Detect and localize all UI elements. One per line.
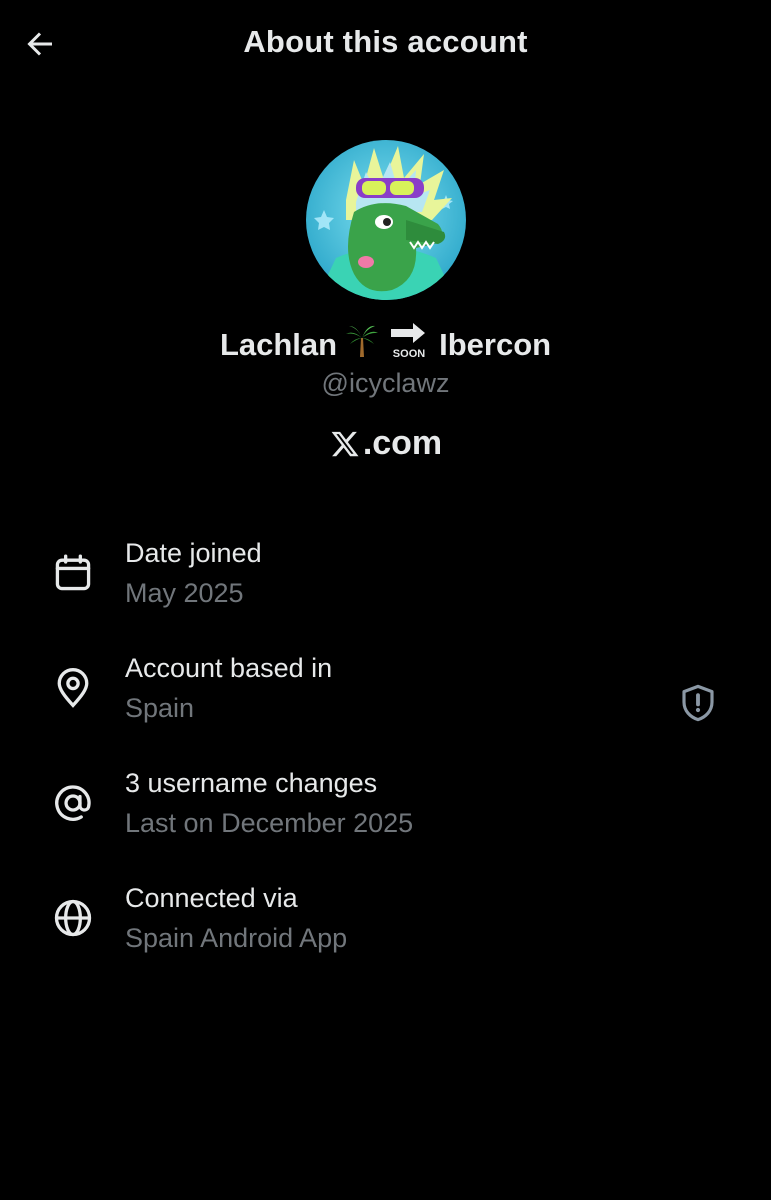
- shield-warning-icon[interactable]: [676, 681, 720, 725]
- palm-tree-icon: [345, 324, 379, 366]
- info-subtitle: May 2025: [125, 578, 244, 608]
- x-logo-icon: [331, 431, 359, 456]
- soon-label: SOON: [393, 348, 425, 360]
- at-sign-icon: [50, 780, 96, 826]
- about-account-screen: About this account Lachlan SOON Ibercon …: [0, 0, 771, 1200]
- calendar-icon: [50, 550, 96, 596]
- info-subtitle: Spain: [125, 693, 195, 723]
- info-row-connected-via: Connected via Spain Android App: [0, 875, 771, 990]
- info-title: Connected via: [125, 883, 298, 913]
- display-name-first: Lachlan: [219, 327, 338, 362]
- display-name-last: Ibercon: [439, 327, 552, 362]
- info-subtitle: Last on December 2025: [125, 808, 414, 838]
- info-title: Date joined: [125, 538, 262, 568]
- avatar-image: [306, 140, 466, 300]
- info-subtitle: Spain Android App: [125, 923, 348, 953]
- x-com-brand: .com: [0, 424, 771, 463]
- x-com-suffix: .com: [362, 424, 443, 462]
- globe-icon: [50, 895, 96, 941]
- location-pin-icon: [50, 665, 96, 711]
- username-handle: @icyclawz: [321, 368, 450, 398]
- info-row-account-based-in: Account based in Spain: [0, 645, 771, 760]
- header: About this account: [0, 0, 771, 88]
- info-row-date-joined: Date joined May 2025: [0, 530, 771, 645]
- info-row-username-changes: 3 username changes Last on December 2025: [0, 760, 771, 875]
- info-title: 3 username changes: [125, 768, 378, 798]
- page-title: About this account: [243, 24, 528, 59]
- display-name: Lachlan SOON Ibercon: [0, 322, 771, 368]
- soon-arrow-icon: SOON: [387, 322, 431, 368]
- info-title: Account based in: [125, 653, 333, 683]
- avatar[interactable]: [306, 140, 466, 300]
- account-info-list: Date joined May 2025 Account based in Sp…: [0, 530, 771, 990]
